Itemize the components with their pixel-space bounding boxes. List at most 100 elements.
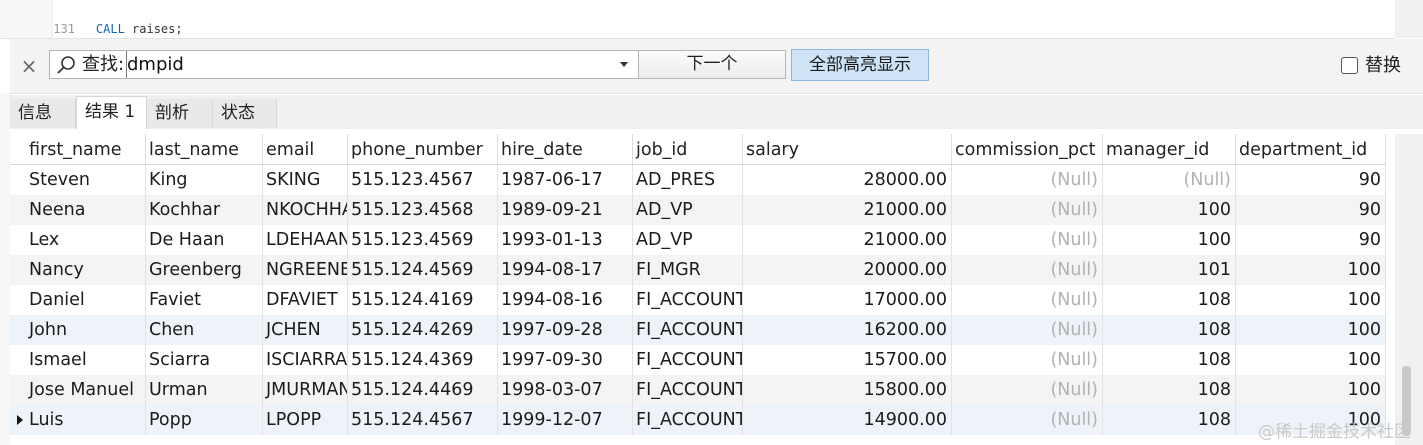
cell-first-name[interactable]: Luis [26, 405, 146, 435]
cell-first-name[interactable]: Ismael [26, 345, 146, 375]
cell-email[interactable]: ISCIARRA [263, 345, 348, 375]
search-input[interactable] [127, 53, 607, 76]
cell-department-id[interactable]: 100 [1236, 285, 1386, 315]
cell-phone-number[interactable]: 515.124.4169 [348, 285, 498, 315]
cell-commission-pct[interactable]: (Null) [952, 285, 1103, 315]
cell-department-id[interactable]: 90 [1236, 225, 1386, 255]
cell-salary[interactable]: 16200.00 [743, 315, 952, 345]
cell-last-name[interactable]: Popp [146, 405, 263, 435]
column-header-last-name[interactable]: last_name [146, 134, 263, 164]
cell-last-name[interactable]: Faviet [146, 285, 263, 315]
cell-salary[interactable]: 17000.00 [743, 285, 952, 315]
cell-hire-date[interactable]: 1993-01-13 [498, 225, 633, 255]
cell-hire-date[interactable]: 1997-09-28 [498, 315, 633, 345]
cell-manager-id[interactable]: 108 [1103, 315, 1236, 345]
cell-job-id[interactable]: FI_ACCOUNT [633, 375, 743, 405]
cell-manager-id[interactable]: 108 [1103, 285, 1236, 315]
cell-commission-pct[interactable]: (Null) [952, 405, 1103, 435]
cell-email[interactable]: LDEHAAN [263, 225, 348, 255]
code-line[interactable]: 131 CALL raises; [0, 5, 182, 36]
cell-manager-id[interactable]: 108 [1103, 345, 1236, 375]
cell-last-name[interactable]: Urman [146, 375, 263, 405]
replace-checkbox[interactable] [1341, 57, 1358, 74]
tab-profile[interactable]: 剖析 [147, 99, 213, 128]
cell-last-name[interactable]: Greenberg [146, 255, 263, 285]
cell-commission-pct[interactable]: (Null) [952, 225, 1103, 255]
table-row[interactable]: Ismael Sciarra ISCIARRA 515.124.4369 1997-09… [10, 345, 1386, 375]
cell-first-name[interactable]: Nancy [26, 255, 146, 285]
cell-hire-date[interactable]: 1994-08-17 [498, 255, 633, 285]
cell-last-name[interactable]: Kochhar [146, 195, 263, 225]
cell-manager-id[interactable]: 101 [1103, 255, 1236, 285]
result-grid[interactable]: first_name last_name email phone_number hire… [10, 134, 1386, 435]
cell-hire-date[interactable]: 1994-08-16 [498, 285, 633, 315]
tab-info[interactable]: 信息 [10, 99, 76, 128]
cell-salary[interactable]: 21000.00 [743, 195, 952, 225]
column-header-commission-pct[interactable]: commission_pct [952, 134, 1103, 164]
table-row[interactable]: John Chen JCHEN 515.124.4269 1997-09-28 FI_AC… [10, 315, 1386, 345]
cell-department-id[interactable]: 90 [1236, 165, 1386, 195]
cell-phone-number[interactable]: 515.124.4469 [348, 375, 498, 405]
cell-hire-date[interactable]: 1998-03-07 [498, 375, 633, 405]
cell-first-name[interactable]: Jose Manuel [26, 375, 146, 405]
vertical-scrollbar[interactable] [1395, 134, 1423, 445]
cell-department-id[interactable]: 100 [1236, 315, 1386, 345]
cell-email[interactable]: LPOPP [263, 405, 348, 435]
cell-hire-date[interactable]: 1989-09-21 [498, 195, 633, 225]
column-header-department-id[interactable]: department_id [1236, 134, 1386, 164]
find-next-button[interactable]: 下一个 [638, 50, 786, 79]
column-header-phone-number[interactable]: phone_number [348, 134, 498, 164]
cell-commission-pct[interactable]: (Null) [952, 255, 1103, 285]
cell-commission-pct[interactable]: (Null) [952, 375, 1103, 405]
editor-scrollbar[interactable] [1395, 0, 1423, 38]
cell-email[interactable]: SKING [263, 165, 348, 195]
cell-job-id[interactable]: FI_ACCOUNT [633, 315, 743, 345]
column-header-manager-id[interactable]: manager_id [1103, 134, 1236, 164]
cell-job-id[interactable]: AD_VP [633, 225, 743, 255]
cell-phone-number[interactable]: 515.123.4569 [348, 225, 498, 255]
cell-last-name[interactable]: Sciarra [146, 345, 263, 375]
cell-department-id[interactable]: 100 [1236, 345, 1386, 375]
cell-salary[interactable]: 15800.00 [743, 375, 952, 405]
tab-status[interactable]: 状态 [213, 99, 277, 128]
cell-phone-number[interactable]: 515.123.4567 [348, 165, 498, 195]
cell-first-name[interactable]: Lex [26, 225, 146, 255]
table-row[interactable]: Lex De Haan LDEHAAN 515.123.4569 1993-01-13 A… [10, 225, 1386, 255]
cell-hire-date[interactable]: 1999-12-07 [498, 405, 633, 435]
close-icon[interactable]: × [18, 56, 40, 78]
table-row[interactable]: NeenaKochharNKOCHHAR515.123.45681989-09-… [10, 195, 1386, 225]
column-header-hire-date[interactable]: hire_date [498, 134, 633, 164]
cell-first-name[interactable]: John [26, 315, 146, 345]
cell-department-id[interactable]: 100 [1236, 255, 1386, 285]
cell-manager-id[interactable]: 108 [1103, 375, 1236, 405]
cell-department-id[interactable]: 90 [1236, 195, 1386, 225]
cell-department-id[interactable]: 100 [1236, 375, 1386, 405]
cell-manager-id[interactable]: 100 [1103, 225, 1236, 255]
chevron-down-icon[interactable] [620, 62, 628, 67]
cell-job-id[interactable]: AD_PRES [633, 165, 743, 195]
cell-commission-pct[interactable]: (Null) [952, 165, 1103, 195]
cell-email[interactable]: JMURMAN [263, 375, 348, 405]
column-header-salary[interactable]: salary [743, 134, 952, 164]
cell-commission-pct[interactable]: (Null) [952, 315, 1103, 345]
cell-email[interactable]: DFAVIET [263, 285, 348, 315]
cell-email[interactable]: NGREENBE [263, 255, 348, 285]
find-field[interactable]: 查找: [49, 50, 645, 79]
cell-job-id[interactable]: FI_ACCOUNT [633, 405, 743, 435]
cell-commission-pct[interactable]: (Null) [952, 195, 1103, 225]
code-editor[interactable]: 131CALL raises; 132 [0, 0, 1395, 53]
cell-email[interactable]: JCHEN [263, 315, 348, 345]
column-header-first-name[interactable]: first_name [26, 134, 146, 164]
column-header-job-id[interactable]: job_id [633, 134, 743, 164]
cell-job-id[interactable]: FI_MGR [633, 255, 743, 285]
table-row[interactable]: Luis Popp LPOPP 515.124.4567 1999-12-07 FI_AC… [10, 405, 1386, 435]
cell-salary[interactable]: 20000.00 [743, 255, 952, 285]
cell-manager-id[interactable]: 108 [1103, 405, 1236, 435]
cell-manager-id[interactable]: 100 [1103, 195, 1236, 225]
cell-last-name[interactable]: King [146, 165, 263, 195]
table-row[interactable]: Daniel Faviet DFAVIET 515.124.4169 1994-08-1… [10, 285, 1386, 315]
cell-first-name[interactable]: Neena [26, 195, 146, 225]
cell-last-name[interactable]: De Haan [146, 225, 263, 255]
table-row[interactable]: NancyGreenbergNGREENBE515.124.45691994-0… [10, 255, 1386, 285]
cell-phone-number[interactable]: 515.123.4568 [348, 195, 498, 225]
